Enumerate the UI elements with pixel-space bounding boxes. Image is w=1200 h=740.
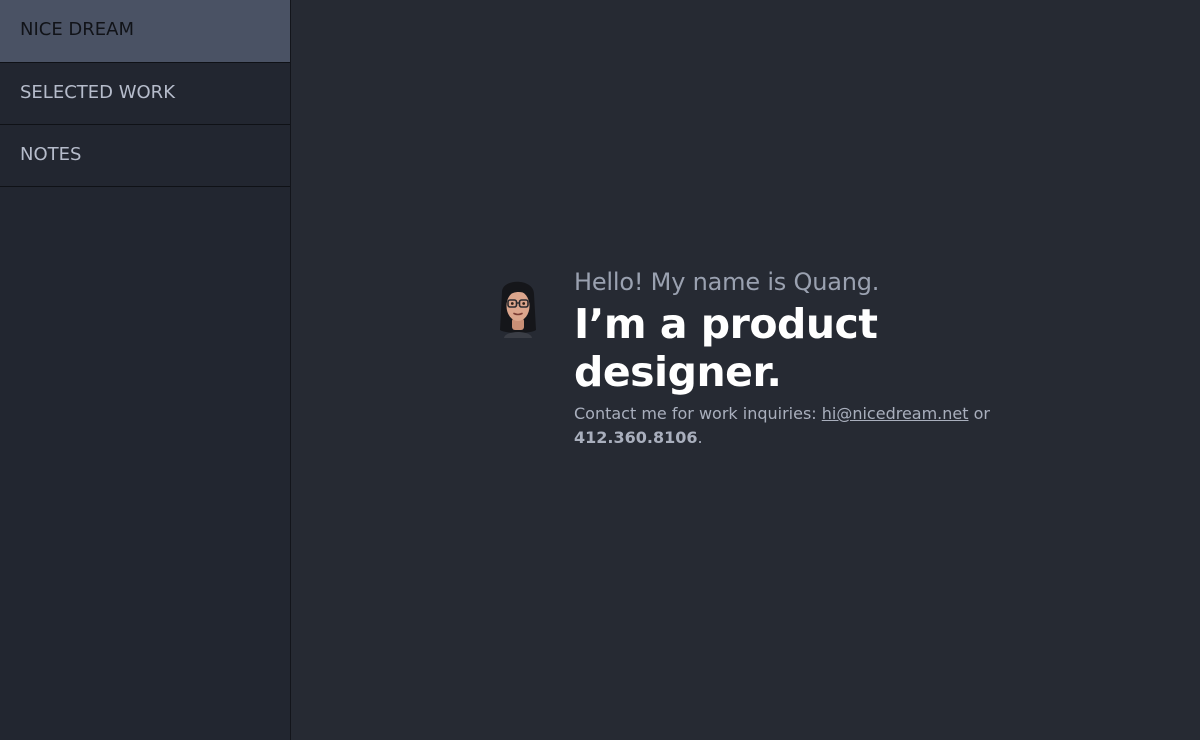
sidebar-item-notes[interactable]: NOTES: [0, 125, 290, 187]
headline: I’m a product designer.: [574, 300, 878, 396]
main-content: Hello! My name is Quang. I’m a product d…: [291, 0, 1200, 740]
intro-section: Hello! My name is Quang. I’m a product d…: [500, 266, 990, 450]
sidebar-item-selected-work[interactable]: SELECTED WORK: [0, 63, 290, 125]
email-link[interactable]: hi@nicedream.net: [822, 404, 969, 423]
sidebar: NICE DREAM SELECTED WORK NOTES: [0, 0, 291, 740]
contact-suffix: .: [697, 428, 703, 447]
contact-prefix: Contact me for work inquiries:: [574, 404, 822, 423]
sidebar-item-nice-dream[interactable]: NICE DREAM: [0, 0, 290, 63]
contact-mid: or: [968, 404, 990, 423]
memoji-avatar-icon: [500, 281, 536, 338]
phone-number: 412.360.8106: [574, 428, 698, 447]
contact-text: Contact me for work inquiries: hi@nicedr…: [574, 402, 994, 450]
hello-text: Hello! My name is Quang.: [574, 268, 880, 296]
